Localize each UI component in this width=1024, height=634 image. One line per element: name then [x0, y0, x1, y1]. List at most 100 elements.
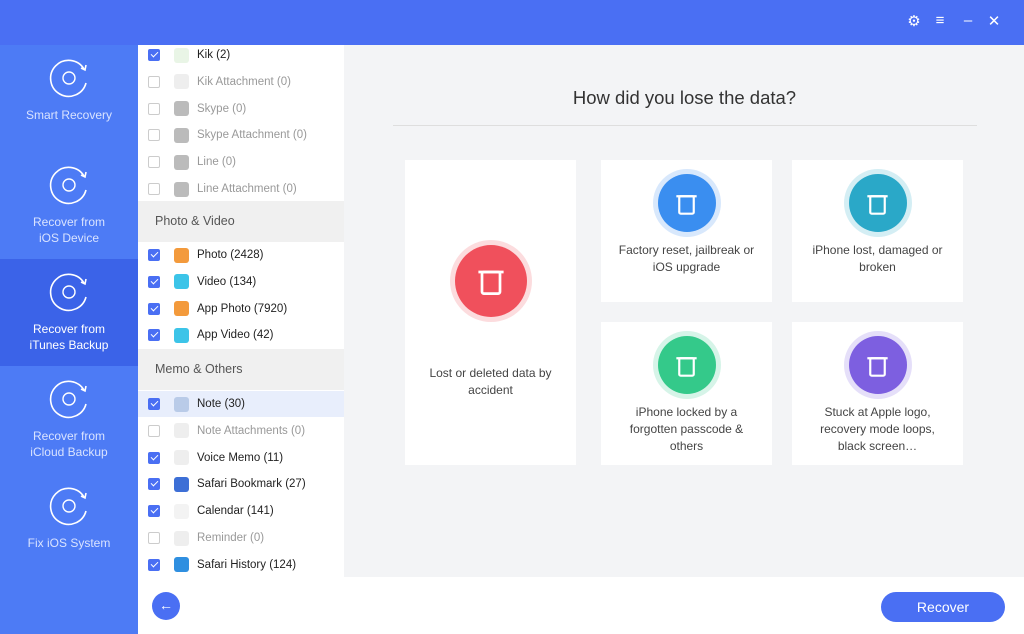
list-item-label: Skype Attachment (0) [197, 129, 307, 142]
music-refresh-icon [49, 273, 87, 312]
list-item[interactable]: Calendar (141) [138, 498, 344, 524]
list-item[interactable]: Reminder (0) [138, 525, 344, 551]
list-item[interactable]: Line Attachment (0) [138, 176, 344, 202]
trash-icon [454, 245, 527, 317]
apple-icon [848, 336, 907, 394]
app-icon [174, 557, 189, 573]
list-item-label: Reminder (0) [197, 532, 265, 544]
app-icon [174, 47, 189, 63]
app-icon [174, 181, 189, 197]
checkbox[interactable] [148, 532, 160, 544]
title-bar: ⚙ ≡ – ✕ [0, 0, 1024, 45]
lightning-refresh-icon [49, 59, 87, 98]
list-item[interactable]: Video (134) [138, 269, 344, 295]
checkbox[interactable] [148, 302, 160, 315]
card-label: Factory reset, jailbreak or iOS upgrade [618, 243, 755, 274]
list-item-label: Safari Bookmark (27) [197, 478, 306, 491]
list-item-label: Skype (0) [197, 102, 247, 115]
checkbox[interactable] [148, 451, 160, 464]
app-icon [174, 154, 189, 170]
list-item-label: Note Attachments (0) [197, 424, 306, 437]
app-icon [174, 327, 189, 343]
app-icon [174, 396, 189, 412]
list-item[interactable]: Note (30) [138, 391, 344, 417]
checkbox[interactable] [148, 156, 160, 169]
menu-icon[interactable]: ≡ [930, 12, 950, 29]
scenario-card[interactable]: iPhone lost, damaged or broken [792, 160, 963, 302]
checkbox[interactable] [148, 424, 160, 437]
list-item-label: Line (0) [197, 156, 236, 169]
list-item-label: Video (134) [197, 275, 257, 288]
sidebar-item-2[interactable]: Recover from iTunes Backup [0, 259, 138, 366]
list-item[interactable]: Voice Memo (11) [138, 445, 344, 471]
app-icon [174, 530, 189, 546]
list-item[interactable]: Note Attachments (0) [138, 418, 344, 444]
file-type-list[interactable]: Kik (2) Kik Attachment (0) Skype (0) Skype … [138, 45, 344, 577]
app-icon [174, 476, 189, 492]
list-item[interactable]: Photo (2428) [138, 242, 344, 268]
list-item[interactable]: Line (0) [138, 149, 344, 175]
section-header: Memo & Others [138, 349, 344, 390]
sidebar-item-1[interactable]: Recover from iOS Device [0, 152, 138, 259]
broken-phone-icon [848, 174, 907, 232]
app-icon [174, 247, 189, 263]
phone-refresh-icon [49, 166, 87, 205]
app-icon [174, 301, 189, 317]
scenario-card[interactable]: Lost or deleted data by accident [405, 160, 576, 465]
checkbox[interactable] [148, 75, 160, 88]
recover-button[interactable]: Recover [881, 592, 1005, 622]
sidebar-label: Recover from [32, 215, 106, 229]
list-item-label: Safari History (124) [197, 558, 297, 571]
checkbox[interactable] [148, 249, 160, 261]
cloud-download-icon [49, 380, 87, 419]
sidebar-label: Recover from [32, 322, 106, 336]
sidebar-item-4[interactable]: Fix iOS System [0, 473, 138, 580]
sidebar-item-0[interactable]: Smart Recovery [0, 45, 138, 152]
checkbox[interactable] [148, 183, 160, 195]
card-label: Lost or deleted data by accident [429, 366, 552, 397]
close-icon[interactable]: ✕ [984, 12, 1004, 30]
checkbox[interactable] [148, 275, 160, 288]
list-item[interactable]: Safari Bookmark (27) [138, 471, 344, 497]
checkbox[interactable] [148, 49, 160, 61]
list-item-label: Kik Attachment (0) [197, 75, 291, 88]
list-item[interactable]: Safari History (124) [138, 552, 344, 577]
back-button[interactable]: ← [152, 592, 180, 620]
main-panel: How did you lose the data? Lost or delet… [345, 45, 1024, 577]
gear-icon[interactable]: ⚙ [904, 12, 924, 30]
list-item[interactable]: Kik (2) [138, 45, 344, 68]
list-item[interactable]: Kik Attachment (0) [138, 69, 344, 95]
lock-icon [657, 336, 716, 394]
arrow-left-icon: ← [159, 597, 173, 613]
list-item[interactable]: App Video (42) [138, 322, 344, 348]
sidebar-label: Smart Recovery [25, 108, 113, 122]
list-item[interactable]: App Photo (7920) [138, 296, 344, 322]
app-icon [174, 101, 189, 117]
checkbox[interactable] [148, 329, 160, 342]
app-icon [174, 127, 189, 143]
checkbox[interactable] [148, 558, 160, 571]
scenario-card[interactable]: Factory reset, jailbreak or iOS upgrade [601, 160, 772, 302]
card-label: iPhone locked by a forgotten passcode & … [629, 405, 744, 453]
scenario-card[interactable]: iPhone locked by a forgotten passcode & … [601, 322, 772, 465]
list-item[interactable]: Skype (0) [138, 96, 344, 122]
checkbox[interactable] [148, 129, 160, 142]
minimize-icon[interactable]: – [958, 12, 978, 29]
checkbox[interactable] [148, 102, 160, 115]
sidebar-label: Fix iOS System [27, 536, 111, 550]
footer: ← Recover [138, 577, 1024, 634]
app-icon [174, 74, 189, 90]
checkbox[interactable] [148, 505, 160, 518]
divider [393, 125, 977, 126]
checkbox[interactable] [148, 478, 160, 491]
card-label: iPhone lost, damaged or broken [812, 243, 943, 274]
sidebar-label: iCloud Backup [30, 445, 108, 459]
list-item[interactable]: Skype Attachment (0) [138, 122, 344, 148]
sidebar-item-3[interactable]: Recover from iCloud Backup [0, 366, 138, 473]
list-item-label: Kik (2) [197, 49, 231, 61]
scenario-card[interactable]: Stuck at Apple logo, recovery mode loops… [792, 322, 963, 465]
app-icon [174, 274, 189, 290]
sidebar: Smart Recovery Recover from iOS Device Reco… [0, 45, 138, 634]
sidebar-label: iTunes Backup [29, 338, 109, 352]
checkbox[interactable] [148, 398, 160, 410]
